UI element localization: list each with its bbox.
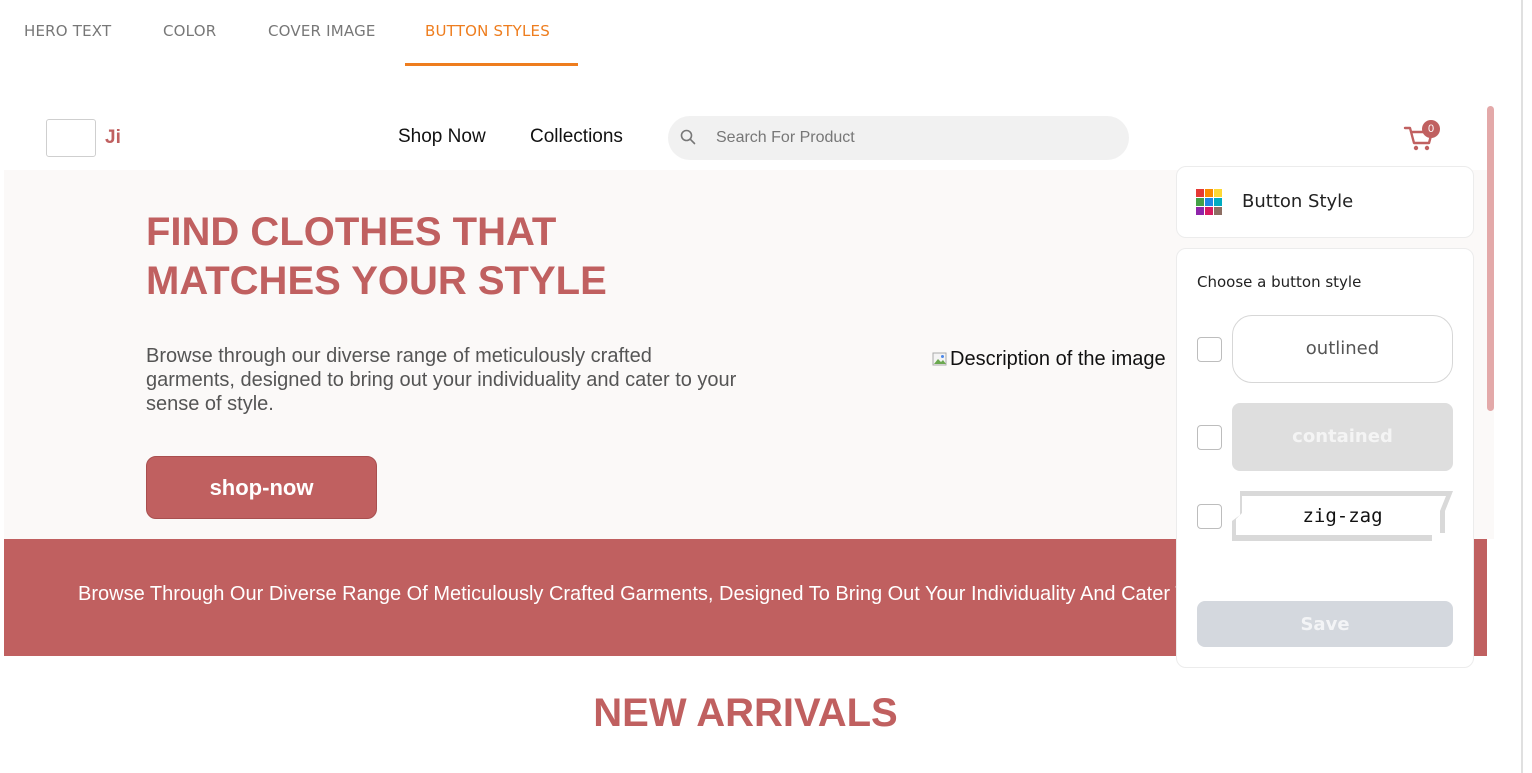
- style-option-zig-zag[interactable]: zig-zag: [1232, 491, 1453, 541]
- logo-text[interactable]: Ji: [105, 127, 121, 149]
- cart-count-badge: 0: [1422, 120, 1440, 138]
- button-style-panel: Choose a button style outlined contained…: [1176, 248, 1474, 668]
- save-button[interactable]: Save: [1197, 601, 1453, 647]
- hero-image-broken: Description of the image: [932, 348, 1166, 371]
- tab-cover-image[interactable]: COVER IMAGE: [268, 22, 376, 40]
- tab-color[interactable]: COLOR: [163, 22, 216, 40]
- search-bar: [668, 116, 1129, 160]
- window-edge-divider: [1521, 0, 1523, 773]
- nav-link-collections[interactable]: Collections: [530, 126, 623, 148]
- broken-image-icon: [932, 352, 947, 366]
- nav-link-shop-now[interactable]: Shop Now: [398, 126, 486, 148]
- checkbox-outlined[interactable]: [1197, 337, 1222, 362]
- shop-now-button[interactable]: shop-now: [146, 456, 377, 519]
- hero-title-line-1: FIND CLOTHES THAT: [146, 210, 557, 254]
- hero-image-alt-text: Description of the image: [950, 348, 1166, 370]
- search-icon: [680, 129, 696, 145]
- choose-style-label: Choose a button style: [1197, 273, 1362, 291]
- search-input[interactable]: [716, 116, 1116, 160]
- hero-title: FIND CLOTHES THAT MATCHES YOUR STYLE: [146, 208, 706, 306]
- tab-hero-text[interactable]: HERO TEXT: [24, 22, 111, 40]
- preview-scrollbar-thumb[interactable]: [1487, 106, 1494, 411]
- hero-description: Browse through our diverse range of meti…: [146, 345, 737, 415]
- style-option-outlined[interactable]: outlined: [1232, 315, 1453, 383]
- palette-icon: [1196, 189, 1222, 215]
- checkbox-contained[interactable]: [1197, 425, 1222, 450]
- active-tab-indicator: [405, 63, 578, 66]
- logo-image[interactable]: [46, 119, 96, 157]
- settings-tabbar: HERO TEXT COLOR COVER IMAGE BUTTON STYLE…: [0, 0, 1532, 68]
- zig-zag-label: zig-zag: [1302, 505, 1383, 527]
- site-navbar: Ji Shop Now Collections 0: [4, 106, 1494, 170]
- button-style-panel-header: Button Style: [1176, 166, 1474, 238]
- style-option-contained[interactable]: contained: [1232, 403, 1453, 471]
- checkbox-zig-zag[interactable]: [1197, 504, 1222, 529]
- tab-button-styles[interactable]: BUTTON STYLES: [425, 22, 550, 40]
- new-arrivals-heading: NEW ARRIVALS: [593, 691, 898, 735]
- panel-title: Button Style: [1242, 191, 1354, 212]
- hero-title-line-2: MATCHES YOUR STYLE: [146, 259, 607, 303]
